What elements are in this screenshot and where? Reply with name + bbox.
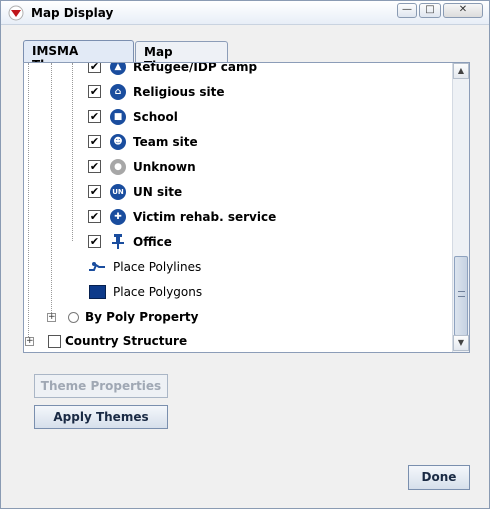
title-bar: Map Display — □ ✕ (1, 1, 489, 25)
checkbox[interactable]: ✔ (88, 210, 101, 223)
tree-item-unknown[interactable]: ✔ ● Unknown (24, 157, 452, 179)
tree-item-label: Refugee/IDP camp (133, 63, 258, 74)
tree-item-office[interactable]: ✔ Office (24, 232, 452, 254)
tree-item-place-polylines[interactable]: Place Polylines (24, 257, 452, 279)
tree-item-label: Victim rehab. service (133, 210, 277, 224)
office-pin-icon (112, 234, 124, 249)
expand-icon[interactable]: + (47, 313, 56, 322)
tree-item-label: Religious site (133, 85, 225, 99)
tree-item-label: Unknown (133, 160, 196, 174)
tree-item-label: UN site (133, 185, 183, 199)
checkbox[interactable]: ✔ (88, 110, 101, 123)
checkbox[interactable]: ✔ (88, 135, 101, 148)
expand-icon[interactable]: + (25, 337, 34, 346)
tree-item-school[interactable]: ✔ ■ School (24, 107, 452, 129)
themes-panel: ✔ ▲ Refugee/IDP camp ✔ ⌂ Religious site … (23, 62, 470, 353)
theme-tree: ✔ ▲ Refugee/IDP camp ✔ ⌂ Religious site … (24, 63, 452, 352)
polyline-icon (89, 262, 105, 271)
tree-item-team-site[interactable]: ✔ ☻ Team site (24, 132, 452, 154)
close-button[interactable]: ✕ (443, 3, 483, 18)
tree-item-label: Place Polygons (113, 285, 203, 299)
religious-site-icon: ⌂ (110, 84, 126, 100)
tree-item-country-structure[interactable]: + Country Structure (24, 331, 452, 352)
maximize-button[interactable]: □ (419, 3, 441, 18)
done-button[interactable]: Done (408, 465, 470, 490)
checkbox[interactable] (48, 335, 61, 348)
apply-themes-button[interactable]: Apply Themes (34, 405, 168, 429)
theme-properties-button[interactable]: Theme Properties (34, 374, 168, 398)
checkbox[interactable]: ✔ (88, 235, 101, 248)
team-site-icon: ☻ (110, 134, 126, 150)
tree-item-place-polygons[interactable]: Place Polygons (24, 282, 452, 304)
scroll-up-button[interactable]: ▲ (453, 63, 469, 79)
checkbox[interactable]: ✔ (88, 160, 101, 173)
tree-item-religious-site[interactable]: ✔ ⌂ Religious site (24, 82, 452, 104)
scroll-down-button[interactable]: ▼ (453, 335, 469, 351)
tree-item-label: School (133, 110, 178, 124)
window-title: Map Display (31, 6, 114, 20)
refugee-camp-icon: ▲ (110, 63, 126, 75)
tree-item-label: Country Structure (65, 334, 188, 348)
radio-button[interactable] (68, 312, 79, 323)
checkbox[interactable]: ✔ (88, 85, 101, 98)
tree-item-un-site[interactable]: ✔ UN UN site (24, 182, 452, 204)
tree-scrollbar[interactable]: ▲ ▼ (452, 63, 469, 352)
tab-imsma-themes[interactable]: IMSMA Themes (23, 40, 134, 72)
scroll-thumb[interactable] (454, 256, 468, 336)
grip-icon (458, 291, 465, 297)
map-display-window: Map Display — □ ✕ IMSMA Themes Map Theme… (0, 0, 490, 509)
tree-item-label: By Poly Property (85, 310, 199, 324)
tree-item-victim-rehab[interactable]: ✔ ✚ Victim rehab. service (24, 207, 452, 229)
checkbox[interactable]: ✔ (88, 185, 101, 198)
tree-item-by-poly-property[interactable]: + By Poly Property (24, 307, 452, 329)
tree-item-label: Office (133, 235, 172, 249)
tree-item-refugee-camp[interactable]: ✔ ▲ Refugee/IDP camp (24, 63, 452, 79)
app-logo-icon (8, 5, 24, 21)
school-icon: ■ (110, 109, 126, 125)
unknown-icon: ● (110, 159, 126, 175)
checkbox[interactable]: ✔ (88, 63, 101, 73)
tab-map-themes[interactable]: Map Themes (135, 41, 228, 73)
victim-rehab-icon: ✚ (110, 209, 126, 225)
un-site-icon: UN (110, 184, 126, 200)
polygon-icon (89, 285, 106, 299)
tree-item-label: Place Polylines (113, 260, 202, 274)
tree-item-label: Team site (133, 135, 198, 149)
minimize-button[interactable]: — (397, 3, 417, 18)
